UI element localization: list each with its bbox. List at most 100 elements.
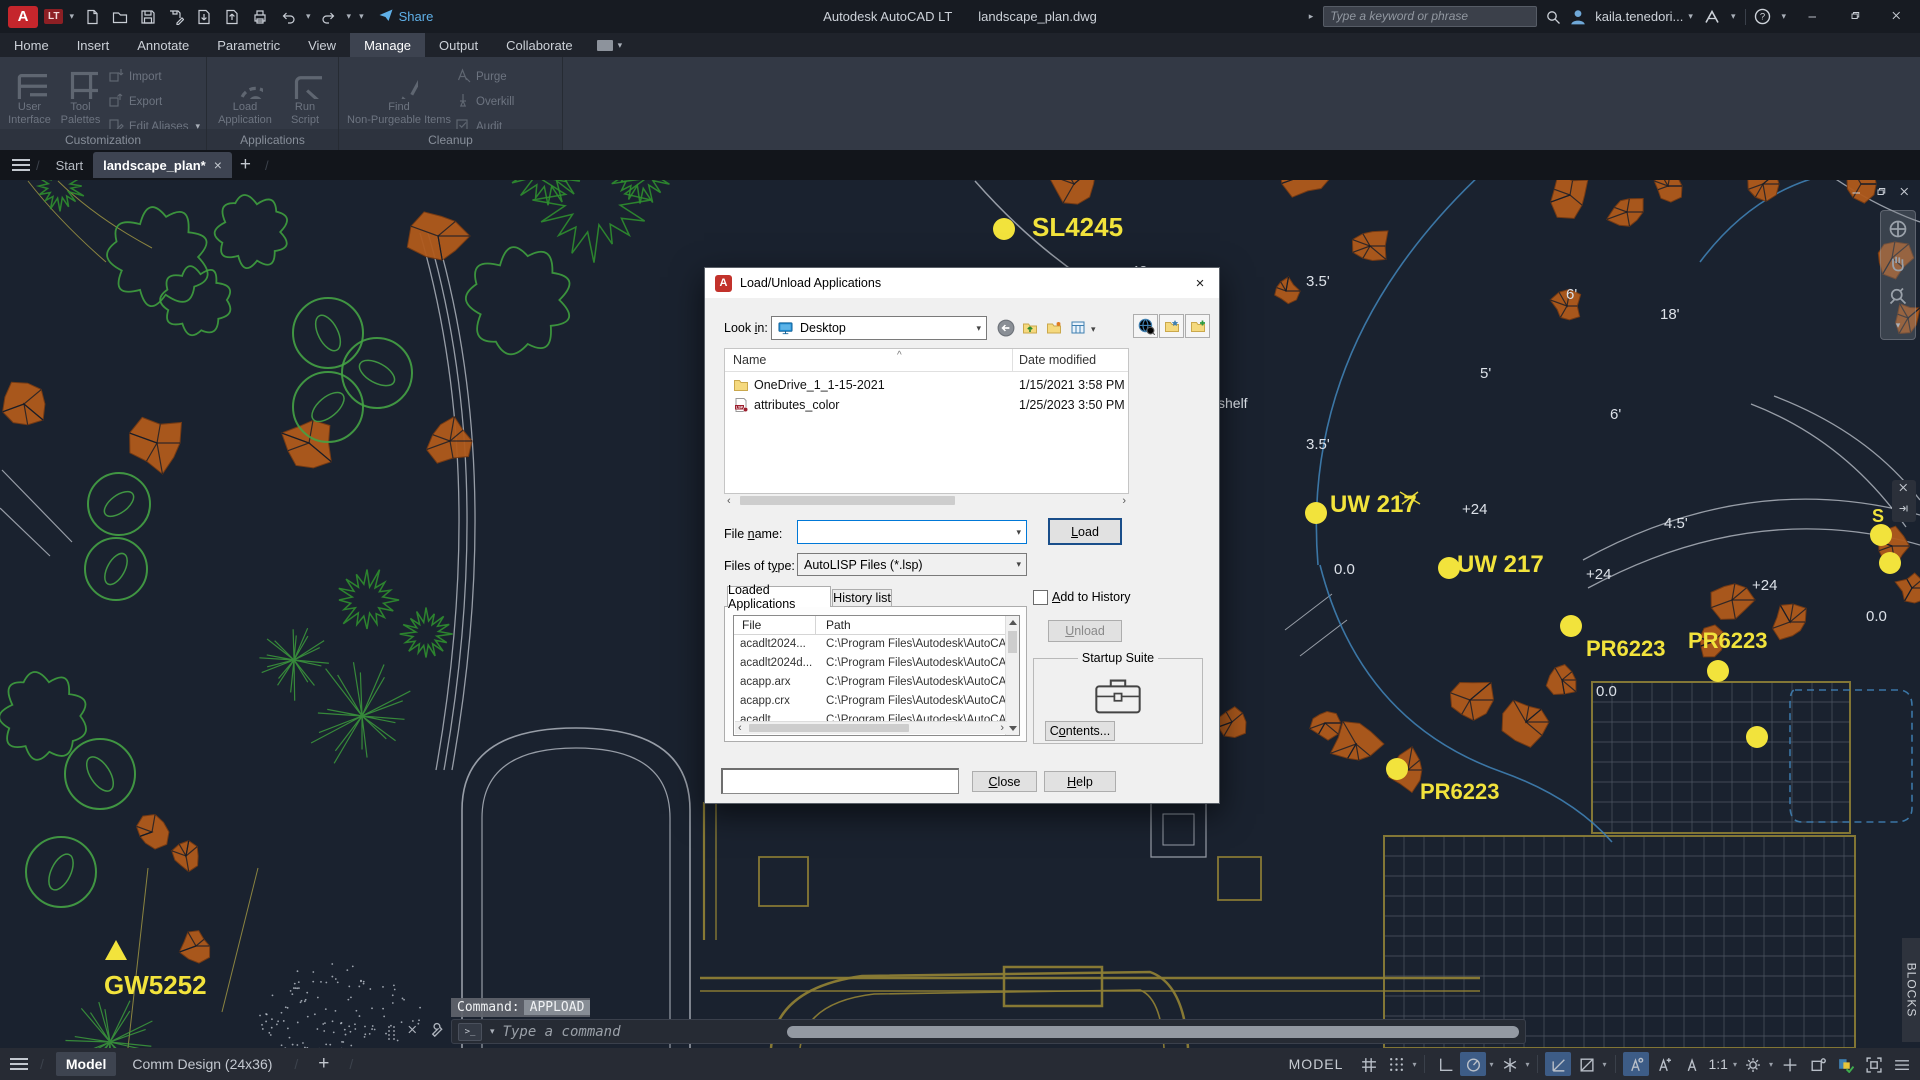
viewport-minimize-icon[interactable] [1850, 186, 1864, 204]
column-path[interactable]: Path [826, 618, 851, 632]
blocks-palette-tab[interactable]: BLOCKS [1902, 938, 1920, 1042]
isolate-objects-button[interactable] [1776, 1052, 1802, 1076]
snap-mode-toggle-caret-icon[interactable]: ▾ [1412, 1060, 1416, 1069]
overkill-button[interactable]: Overkill [455, 92, 514, 111]
help-search-input[interactable]: Type a keyword or phrase [1323, 6, 1538, 27]
polar-tracking-toggle-caret-icon[interactable]: ▾ [1489, 1060, 1493, 1069]
unload-button[interactable]: Unload [1048, 620, 1122, 642]
ribbon-tab-collaborate[interactable]: Collaborate [492, 33, 587, 57]
status-menu-icon[interactable] [1888, 1052, 1914, 1076]
command-input[interactable]: Type a command [503, 1024, 621, 1040]
search-expand-icon[interactable]: ▸ [1309, 11, 1314, 22]
find-non-purgeable-button[interactable]: Find Non-Purgeable Items [347, 61, 451, 129]
help-icon[interactable]: ? [1754, 8, 1771, 25]
close-tab-icon[interactable]: × [214, 157, 222, 173]
ribbon-tab-view[interactable]: View [294, 33, 350, 57]
loaded-app-row[interactable]: acadlt2024... C:\Program Files\Autodesk\A… [734, 638, 1006, 657]
model-tab[interactable]: Model [55, 1052, 117, 1076]
new-folder-button[interactable] [1043, 318, 1065, 338]
look-in-select[interactable]: Desktop ▾ [771, 316, 987, 340]
tab-loaded-applications[interactable]: Loaded Applications [727, 583, 831, 611]
model-space-indicator[interactable]: MODEL [1289, 1056, 1344, 1072]
recent-commands-caret-icon[interactable]: ▾ [490, 1026, 495, 1037]
tray-settings-button[interactable] [1804, 1052, 1830, 1076]
customization-gear-button-caret-icon[interactable]: ▾ [1769, 1060, 1773, 1069]
file-tab-document[interactable]: landscape_plan* × [93, 152, 232, 178]
grid-display-toggle[interactable] [1355, 1052, 1381, 1076]
export-button[interactable]: Export [108, 92, 202, 111]
loaded-applications-list[interactable]: File Path acadlt2024... C:\Program Files\… [733, 615, 1020, 736]
views-button[interactable] [1067, 318, 1089, 338]
object-snap-toggle-caret-icon[interactable]: ▾ [1602, 1060, 1606, 1069]
ribbon-display-toggle[interactable]: ▾ [587, 33, 635, 57]
save-as-button[interactable] [164, 5, 188, 29]
load-application-button[interactable]: Load Application [217, 61, 273, 129]
new-drawing-tab-button[interactable]: + [240, 154, 251, 176]
pan-icon[interactable] [1888, 253, 1908, 278]
annotation-visibility-toggle[interactable] [1622, 1052, 1649, 1076]
save-button[interactable] [136, 5, 160, 29]
command-scrollbar[interactable] [787, 1026, 1519, 1038]
app-menu-caret-icon[interactable]: ▾ [69, 11, 74, 22]
command-bar-grip[interactable] [388, 1025, 396, 1040]
steering-wheel-icon[interactable] [1888, 219, 1908, 244]
annotation-scale-icon[interactable] [1679, 1052, 1705, 1076]
up-one-level-button[interactable] [1019, 318, 1041, 338]
autodesk-apps-caret-icon[interactable]: ▾ [1731, 11, 1736, 22]
column-date-modified[interactable]: Date modified [1019, 353, 1096, 367]
command-input-bar[interactable]: >_ ▾ Type a command [451, 1019, 1526, 1044]
command-bar-close-icon[interactable] [406, 1024, 420, 1042]
layout-tab[interactable]: Comm Design (24x36) [122, 1052, 282, 1076]
purge-button[interactable]: Purge [455, 67, 514, 86]
annotation-scale-value[interactable]: 1:1 [1709, 1056, 1728, 1072]
open-file-button[interactable] [108, 5, 132, 29]
load-button[interactable]: Load [1048, 518, 1122, 545]
save-to-web-button[interactable] [220, 5, 244, 29]
restore-button[interactable] [1838, 4, 1872, 30]
new-file-button[interactable] [80, 5, 104, 29]
polar-tracking-toggle[interactable] [1460, 1052, 1487, 1076]
command-bar-customize-icon[interactable] [430, 1022, 446, 1043]
ribbon-tab-parametric[interactable]: Parametric [203, 33, 294, 57]
ribbon-tab-insert[interactable]: Insert [63, 33, 124, 57]
ribbon-tab-manage[interactable]: Manage [350, 33, 426, 57]
plot-button[interactable] [248, 5, 272, 29]
ribbon-tab-output[interactable]: Output [425, 33, 492, 57]
share-button[interactable]: Share [378, 7, 433, 26]
undo-button[interactable] [276, 5, 300, 29]
close-dialog-button[interactable]: Close [972, 771, 1037, 792]
annotation-scale-value-caret-icon[interactable]: ▾ [1733, 1060, 1737, 1069]
autodesk-logo-icon[interactable] [1703, 9, 1721, 25]
signed-in-user[interactable]: kaila.tenedori... ▾ [1595, 9, 1695, 24]
file-list-hscrollbar[interactable]: ‹ › [724, 494, 1129, 507]
add-folder-button[interactable] [1185, 314, 1210, 338]
customization-gear-button[interactable] [1740, 1052, 1766, 1076]
search-icon[interactable] [1545, 9, 1561, 25]
briefcase-icon[interactable] [1092, 673, 1144, 720]
ribbon-tab-annotate[interactable]: Annotate [123, 33, 203, 57]
add-to-history-checkbox[interactable] [1033, 590, 1048, 605]
user-interface-button[interactable]: CUI UserInterface [6, 61, 53, 129]
help-button[interactable]: Help [1044, 771, 1116, 792]
drawing-status-icon[interactable] [1832, 1052, 1858, 1076]
palette-close-icon[interactable] [1897, 482, 1911, 500]
file-tab-start[interactable]: Start [46, 153, 93, 178]
contents-button[interactable]: Co ntents... [1045, 721, 1115, 741]
help-caret-icon[interactable]: ▾ [1781, 11, 1786, 22]
isometric-drafting-toggle-caret-icon[interactable]: ▾ [1525, 1060, 1529, 1069]
views-caret-icon[interactable]: ▾ [1091, 324, 1096, 335]
dialog-titlebar[interactable]: A Load/Unload Applications [705, 268, 1219, 298]
undo-caret-icon[interactable]: ▾ [306, 11, 311, 22]
loaded-app-row[interactable]: acapp.arx C:\Program Files\Autodesk\AutoC… [734, 676, 1006, 695]
viewport-close-icon[interactable] [1898, 186, 1912, 204]
viewport-restore-icon[interactable] [1874, 186, 1888, 204]
close-button[interactable] [1880, 4, 1914, 30]
open-from-web-button[interactable] [192, 5, 216, 29]
tab-history-list[interactable]: History list [832, 589, 892, 607]
zoom-extents-icon[interactable] [1888, 286, 1908, 311]
ortho-mode-toggle[interactable] [1432, 1052, 1458, 1076]
file-row[interactable]: OneDrive_1_1-15-2021 1/15/2021 3:58 PM [725, 375, 1128, 395]
ribbon-tab-home[interactable]: Home [0, 33, 63, 57]
file-name-input[interactable]: ▾ [797, 520, 1027, 544]
navbar-caret-icon[interactable]: ▾ [1896, 320, 1901, 331]
